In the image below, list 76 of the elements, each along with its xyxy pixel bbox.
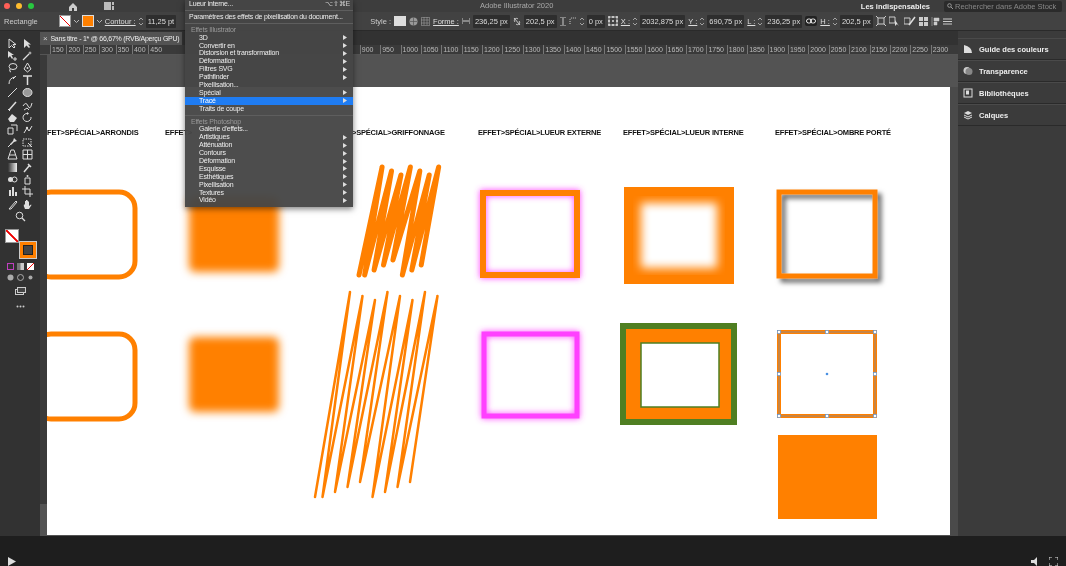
pin-icon[interactable] <box>7 136 18 148</box>
distribute-icon[interactable] <box>930 16 940 26</box>
mesh-icon[interactable] <box>22 149 33 161</box>
search-icon <box>947 3 953 9</box>
unlink-icon[interactable] <box>512 16 521 26</box>
free-transform-icon[interactable] <box>22 136 33 148</box>
fill-swatch[interactable] <box>58 15 71 27</box>
corner-icon[interactable] <box>568 17 577 25</box>
scroll-bar[interactable] <box>950 87 958 536</box>
library-icon <box>963 88 973 98</box>
align-icon[interactable] <box>918 16 928 26</box>
slice-icon[interactable] <box>7 198 18 210</box>
perspective-grid-icon[interactable] <box>7 149 18 161</box>
close-window-button[interactable] <box>4 3 10 9</box>
height-icon[interactable] <box>559 16 566 26</box>
puppet-warp-icon[interactable] <box>22 124 33 136</box>
ellipse-icon[interactable] <box>22 87 33 99</box>
stepper-icon[interactable] <box>138 16 143 26</box>
play-icon[interactable] <box>8 557 16 566</box>
type-icon[interactable] <box>22 74 33 86</box>
gradient-mode-icon[interactable] <box>16 262 24 270</box>
rotate-icon[interactable] <box>22 112 33 124</box>
pen-icon[interactable] <box>22 62 33 74</box>
blend-icon[interactable] <box>7 174 18 185</box>
color-guide-icon <box>963 44 973 54</box>
stepper-icon[interactable] <box>832 16 837 26</box>
scale-icon[interactable] <box>7 124 18 136</box>
brush-icon[interactable] <box>7 99 18 111</box>
color-mode-icon[interactable] <box>6 262 14 270</box>
hand-icon[interactable] <box>22 198 33 210</box>
fill-swatch[interactable] <box>5 228 19 243</box>
stroke-swatch[interactable] <box>81 15 94 27</box>
more-tools-icon[interactable] <box>15 304 25 308</box>
fullscreen-icon[interactable] <box>1049 557 1058 566</box>
stepper-icon[interactable] <box>700 16 705 26</box>
overlapping-circles-icon <box>963 66 973 76</box>
symbol-sprayer-icon[interactable] <box>22 174 33 185</box>
artboard-icon[interactable] <box>22 186 33 198</box>
globe-icon[interactable] <box>409 16 419 26</box>
close-tab-button[interactable]: × <box>43 34 48 43</box>
gradient-icon[interactable] <box>7 161 18 173</box>
home-icon[interactable] <box>68 1 78 11</box>
eyedropper-icon[interactable] <box>22 161 33 173</box>
menu-icon[interactable] <box>942 17 952 25</box>
grid-icon[interactable] <box>421 16 431 26</box>
transform-icon[interactable] <box>875 16 886 26</box>
stepper-icon[interactable] <box>579 16 584 26</box>
eraser-icon[interactable] <box>7 112 18 124</box>
draw-normal-icon[interactable] <box>6 273 14 281</box>
layers-icon <box>963 110 973 120</box>
reference-point-icon[interactable] <box>607 16 618 26</box>
zoom-icon[interactable] <box>14 211 26 223</box>
curvature-pen-icon[interactable] <box>7 74 18 86</box>
none-mode-icon[interactable] <box>26 262 34 270</box>
bar-graph-icon[interactable] <box>7 186 18 198</box>
zoom-window-button[interactable] <box>28 3 34 9</box>
width-icon[interactable] <box>461 18 470 24</box>
chain-link-icon[interactable] <box>805 16 818 26</box>
group-selection-icon[interactable] <box>7 50 18 62</box>
stepper-icon[interactable] <box>633 16 637 26</box>
magic-wand-icon[interactable] <box>22 50 33 62</box>
layout-icon[interactable] <box>104 2 116 10</box>
line-icon[interactable] <box>7 87 18 99</box>
screen-mode-icon[interactable] <box>14 286 26 295</box>
stroke-swatch[interactable] <box>19 240 37 259</box>
minimize-window-button[interactable] <box>16 3 22 9</box>
lasso-icon[interactable] <box>7 62 18 74</box>
draw-inside-icon[interactable] <box>26 273 34 281</box>
selection-arrow-icon[interactable] <box>7 37 18 49</box>
direct-selection-icon[interactable] <box>22 37 33 49</box>
draw-behind-icon[interactable] <box>16 273 24 281</box>
stepper-icon[interactable] <box>758 16 763 26</box>
caret-icon[interactable] <box>96 19 102 23</box>
style-swatch[interactable] <box>394 16 407 26</box>
recolor-icon[interactable] <box>903 16 916 26</box>
caret-icon[interactable] <box>73 19 79 23</box>
